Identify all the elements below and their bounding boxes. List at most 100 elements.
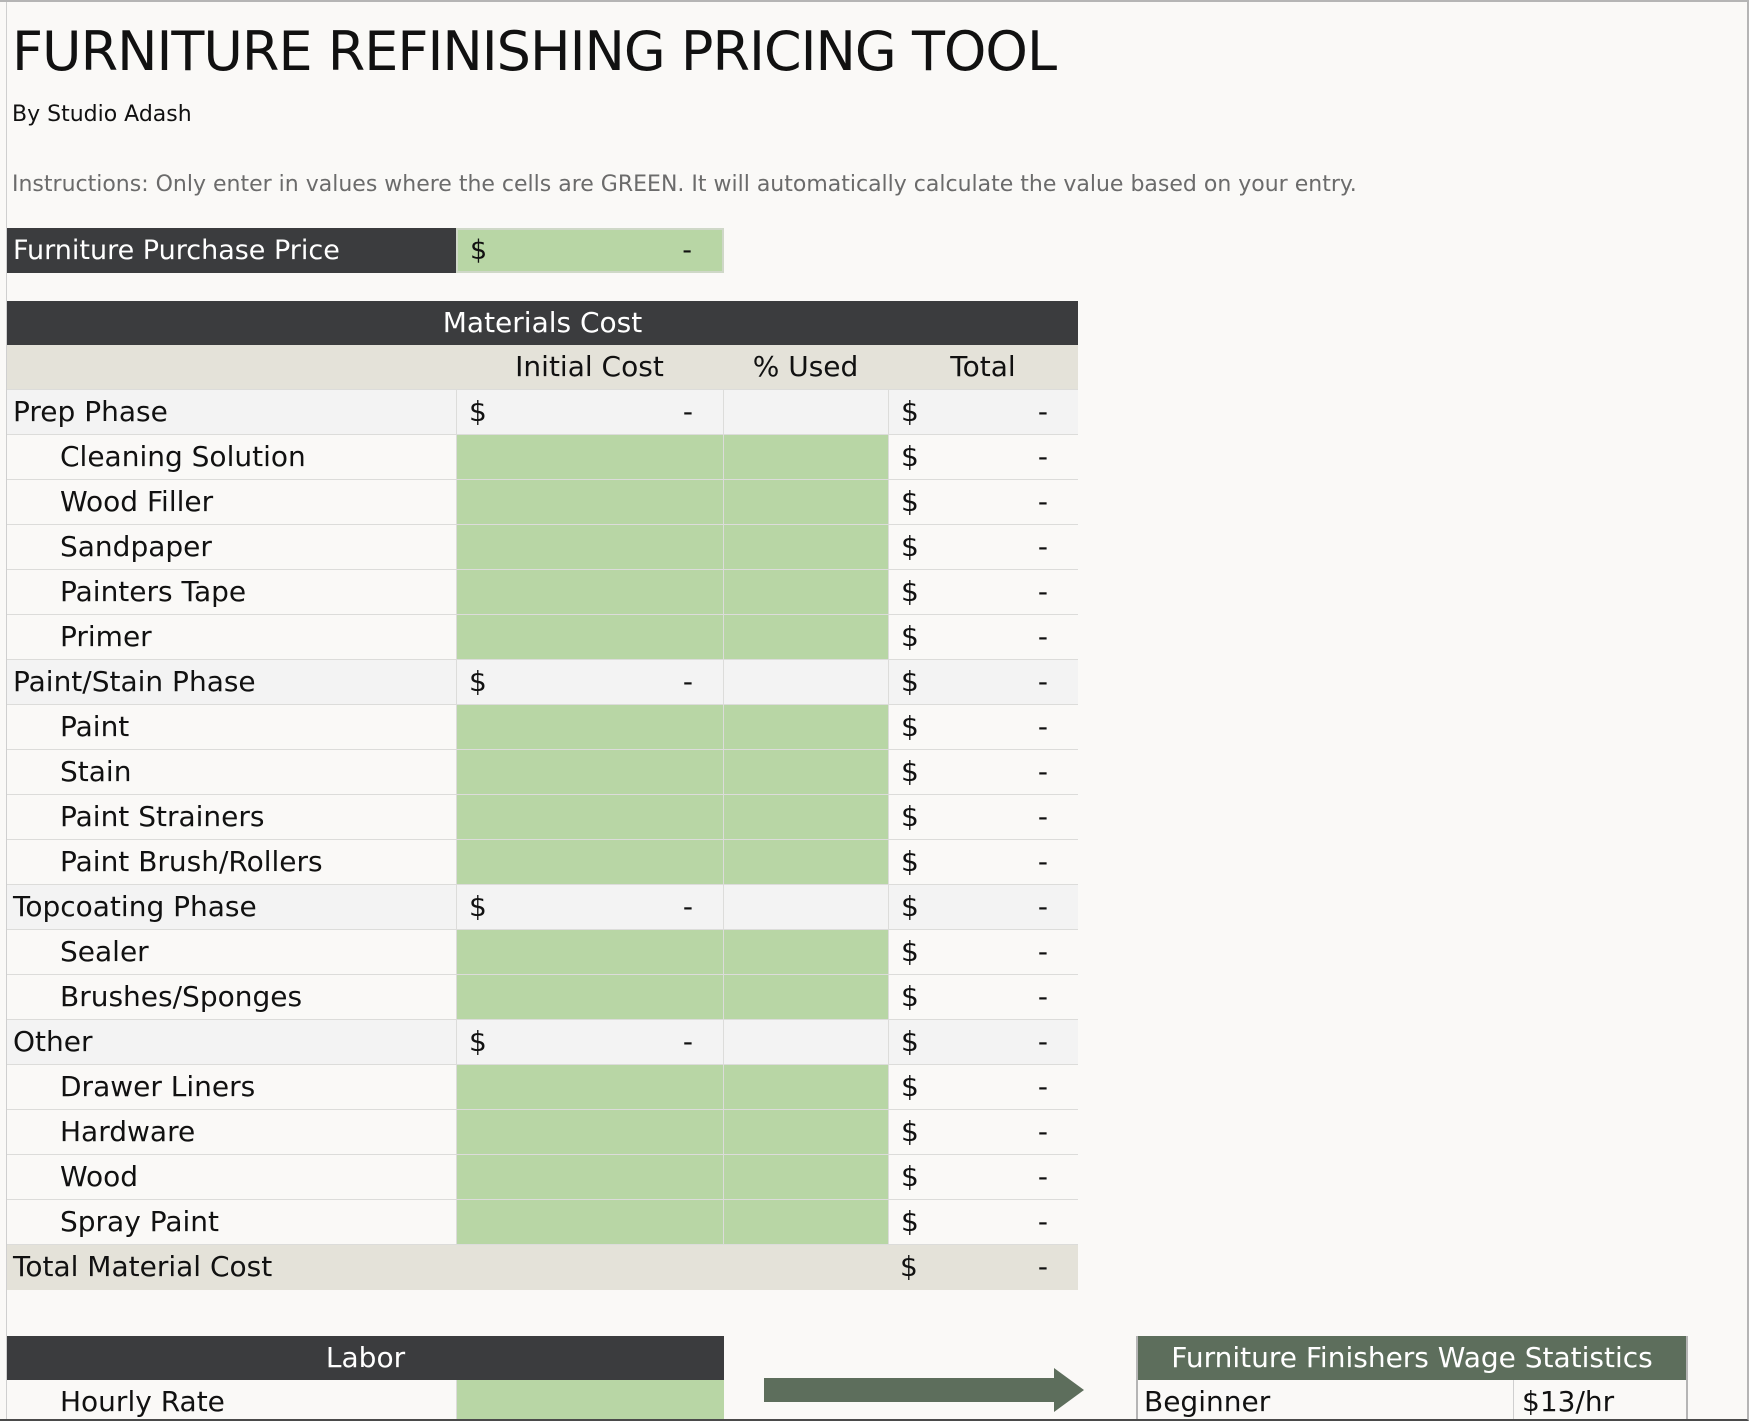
total-cell: $ - <box>888 1020 1078 1064</box>
initial-cost-input[interactable] <box>456 480 723 524</box>
total-value: - <box>1037 845 1048 878</box>
currency-sign: $ <box>469 890 487 923</box>
percent-used-input[interactable] <box>723 975 888 1019</box>
initial-cost-input[interactable] <box>456 1155 723 1199</box>
initial-cost-input[interactable] <box>456 615 723 659</box>
percent-used-input[interactable] <box>723 435 888 479</box>
material-item-label: Primer <box>60 620 152 653</box>
column-header-total: Total <box>950 350 1016 383</box>
phase-label: Topcoating Phase <box>13 890 257 923</box>
percent-used-input[interactable] <box>723 750 888 794</box>
currency-sign: $ <box>901 710 919 743</box>
initial-cost-input[interactable] <box>456 570 723 614</box>
percent-used-input[interactable] <box>723 1110 888 1154</box>
arrow-right-icon <box>764 1368 1084 1412</box>
total-value: - <box>1037 1070 1048 1103</box>
currency-sign: $ <box>901 890 919 923</box>
percent-used-input[interactable] <box>723 795 888 839</box>
percent-used-input[interactable] <box>723 1065 888 1109</box>
currency-sign: $ <box>469 1025 487 1058</box>
total-cell: $ - <box>888 390 1078 434</box>
material-item-label: Brushes/Sponges <box>60 980 303 1013</box>
total-value: - <box>1037 1160 1048 1193</box>
material-item-row: Paint Brush/Rollers $ - <box>7 840 1078 885</box>
percent-used-input[interactable] <box>723 840 888 884</box>
initial-cost-input[interactable] <box>456 525 723 569</box>
material-item-label: Drawer Liners <box>60 1070 256 1103</box>
initial-cost-input[interactable] <box>456 750 723 794</box>
percent-used-input[interactable] <box>723 705 888 749</box>
total-value: - <box>1037 935 1048 968</box>
total-value: - <box>1037 800 1048 833</box>
byline: By Studio Adash <box>12 102 192 127</box>
currency-sign: $ <box>469 665 487 698</box>
total-cell: $ - <box>888 1200 1078 1244</box>
total-value: - <box>1037 665 1048 698</box>
column-header-percent-used: % Used <box>752 350 859 383</box>
total-cell: $ - <box>888 930 1078 974</box>
labor-row-hourly-rate: Hourly Rate <box>7 1380 724 1419</box>
currency-sign: $ <box>901 845 919 878</box>
currency-sign: $ <box>901 980 919 1013</box>
wage-rate: $13/hr <box>1513 1380 1686 1419</box>
purchase-price-input[interactable]: $ - <box>456 228 724 273</box>
initial-cost-input[interactable] <box>456 1110 723 1154</box>
phase-row: Other $ - $ - <box>7 1020 1078 1065</box>
material-item-label: Sealer <box>60 935 149 968</box>
material-item-label: Paint Strainers <box>60 800 265 833</box>
currency-sign: $ <box>901 755 919 788</box>
hourly-rate-label: Hourly Rate <box>60 1385 225 1418</box>
initial-cost-input[interactable] <box>456 930 723 974</box>
initial-cost-input[interactable] <box>456 975 723 1019</box>
total-cell: $ - <box>888 975 1078 1019</box>
total-cell: $ - <box>888 615 1078 659</box>
percent-used-input[interactable] <box>723 525 888 569</box>
material-item-label: Wood Filler <box>60 485 214 518</box>
total-cell: $ - <box>888 1065 1078 1109</box>
percent-used-input[interactable] <box>723 1200 888 1244</box>
phase-initial-cost-value: - <box>682 1025 693 1058</box>
percent-used-input[interactable] <box>723 480 888 524</box>
phase-label: Paint/Stain Phase <box>13 665 256 698</box>
percent-used-input[interactable] <box>723 1155 888 1199</box>
total-value: - <box>1037 1025 1048 1058</box>
percent-used-input[interactable] <box>723 570 888 614</box>
material-item-row: Spray Paint $ - <box>7 1200 1078 1245</box>
total-value: - <box>1037 1115 1048 1148</box>
total-cell: $ - <box>888 750 1078 794</box>
initial-cost-input[interactable] <box>456 1065 723 1109</box>
initial-cost-input[interactable] <box>456 705 723 749</box>
initial-cost-input[interactable] <box>456 435 723 479</box>
phase-initial-cost-value: - <box>682 890 693 923</box>
total-cell: $ - <box>888 795 1078 839</box>
hourly-rate-input[interactable] <box>456 1380 724 1419</box>
currency-sign: $ <box>901 575 919 608</box>
material-item-row: Drawer Liners $ - <box>7 1065 1078 1110</box>
total-value: - <box>1037 395 1048 428</box>
total-cell: $ - <box>888 570 1078 614</box>
total-value: - <box>1037 980 1048 1013</box>
initial-cost-input[interactable] <box>456 795 723 839</box>
total-value: - <box>1037 575 1048 608</box>
currency-sign: $ <box>901 440 919 473</box>
currency-sign: $ <box>901 1070 919 1103</box>
column-header-row: Initial Cost % Used Total <box>7 345 1078 390</box>
total-cell: $ - <box>888 840 1078 884</box>
wage-statistics-table: Furniture Finishers Wage Statistics Begi… <box>1136 1336 1688 1419</box>
total-value: - <box>1037 530 1048 563</box>
material-item-label: Hardware <box>60 1115 196 1148</box>
percent-used-input[interactable] <box>723 615 888 659</box>
total-material-cost-amount: - <box>1037 1250 1048 1283</box>
total-cell: $ - <box>888 705 1078 749</box>
currency-sign: $ <box>901 665 919 698</box>
column-header-initial-cost: Initial Cost <box>515 350 664 383</box>
phase-initial-cost: $ - <box>456 660 723 704</box>
wage-statistics-header: Furniture Finishers Wage Statistics <box>1138 1336 1686 1380</box>
initial-cost-input[interactable] <box>456 1200 723 1244</box>
total-material-cost-label: Total Material Cost <box>13 1250 273 1283</box>
phase-row: Paint/Stain Phase $ - $ - <box>7 660 1078 705</box>
material-item-label: Sandpaper <box>60 530 212 563</box>
total-value: - <box>1037 440 1048 473</box>
percent-used-input[interactable] <box>723 930 888 974</box>
initial-cost-input[interactable] <box>456 840 723 884</box>
